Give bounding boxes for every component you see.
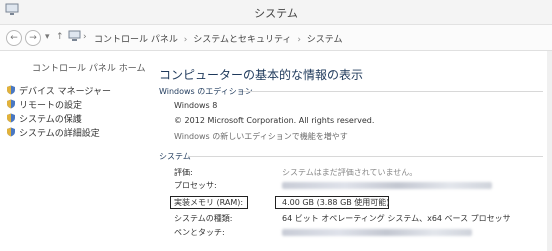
shield-icon (6, 113, 16, 123)
address-bar: ← → ▾ ↑ › コントロール パネル › システムとセキュリティ › システ… (0, 25, 552, 51)
breadcrumb-system[interactable]: システム (307, 35, 343, 45)
rating-label: 評価: (174, 168, 193, 177)
sidebar: コントロール パネル ホーム デバイス マネージャー リモートの設定 システムの… (0, 51, 148, 251)
edition-section-label: Windows のエディション (159, 87, 253, 96)
edition-name: Windows 8 (174, 101, 218, 110)
pen-touch-label: ペンとタッチ: (174, 228, 225, 237)
breadcrumb-separator: › (297, 35, 301, 45)
edition-copyright: © 2012 Microsoft Corporation. All rights… (174, 116, 375, 125)
back-icon[interactable]: ← (6, 30, 22, 46)
shield-icon (6, 127, 16, 137)
sidebar-item-device-manager[interactable]: デバイス マネージャー (6, 84, 111, 97)
sidebar-item-system-protection[interactable]: システムの保護 (6, 112, 82, 125)
shield-icon (6, 85, 16, 95)
breadcrumb-separator: › (183, 35, 188, 45)
up-arrow-icon[interactable]: ↑ (56, 31, 64, 43)
breadcrumb-separator: › (83, 32, 87, 42)
shield-icon (6, 99, 16, 109)
ram-label: 実装メモリ (RAM): (174, 198, 244, 207)
sidebar-item-label: システムの保護 (19, 115, 82, 125)
processor-label: プロセッサ: (174, 181, 217, 190)
processor-value-redacted (282, 182, 492, 189)
sidebar-item-label: デバイス マネージャー (19, 87, 111, 97)
section-divider (188, 156, 543, 157)
page-title: コンピューターの基本的な情報の表示 (159, 68, 364, 82)
forward-icon[interactable]: → (25, 30, 41, 46)
system-type-label: システムの種類: (174, 214, 233, 223)
ram-value: 4.00 GB (3.88 GB 使用可能) (282, 198, 390, 207)
chevron-down-icon[interactable]: ▾ (45, 31, 50, 43)
breadcrumb-control-panel[interactable]: コントロール パネル (94, 35, 178, 45)
upgrade-edition-link[interactable]: Windows の新しいエディションで機能を増やす (174, 131, 348, 142)
main-panel: コンピューターの基本的な情報の表示 Windows のエディション Window… (148, 51, 552, 251)
sidebar-item-advanced-settings[interactable]: システムの詳細設定 (6, 126, 100, 139)
window-title: システム (254, 7, 298, 20)
sidebar-item-label: システムの詳細設定 (19, 129, 100, 139)
section-divider (243, 91, 543, 92)
breadcrumb-security[interactable]: システムとセキュリティ (193, 35, 291, 45)
sidebar-home-link[interactable]: コントロール パネル ホーム (32, 61, 145, 74)
pen-touch-value-redacted (282, 229, 472, 236)
sidebar-item-remote-settings[interactable]: リモートの設定 (6, 98, 82, 111)
scrollbar[interactable] (547, 51, 552, 251)
control-panel-icon (68, 30, 82, 46)
breadcrumb: コントロール パネル › システムとセキュリティ › システム (94, 32, 346, 45)
system-section-label: システム (159, 152, 191, 161)
system-type-value: 64 ビット オペレーティング システム、x64 ベース プロセッサ (282, 214, 511, 223)
title-bar: システム (0, 0, 552, 25)
sidebar-item-label: リモートの設定 (19, 101, 83, 111)
rating-value[interactable]: システムはまだ評価されていません。 (282, 167, 417, 178)
